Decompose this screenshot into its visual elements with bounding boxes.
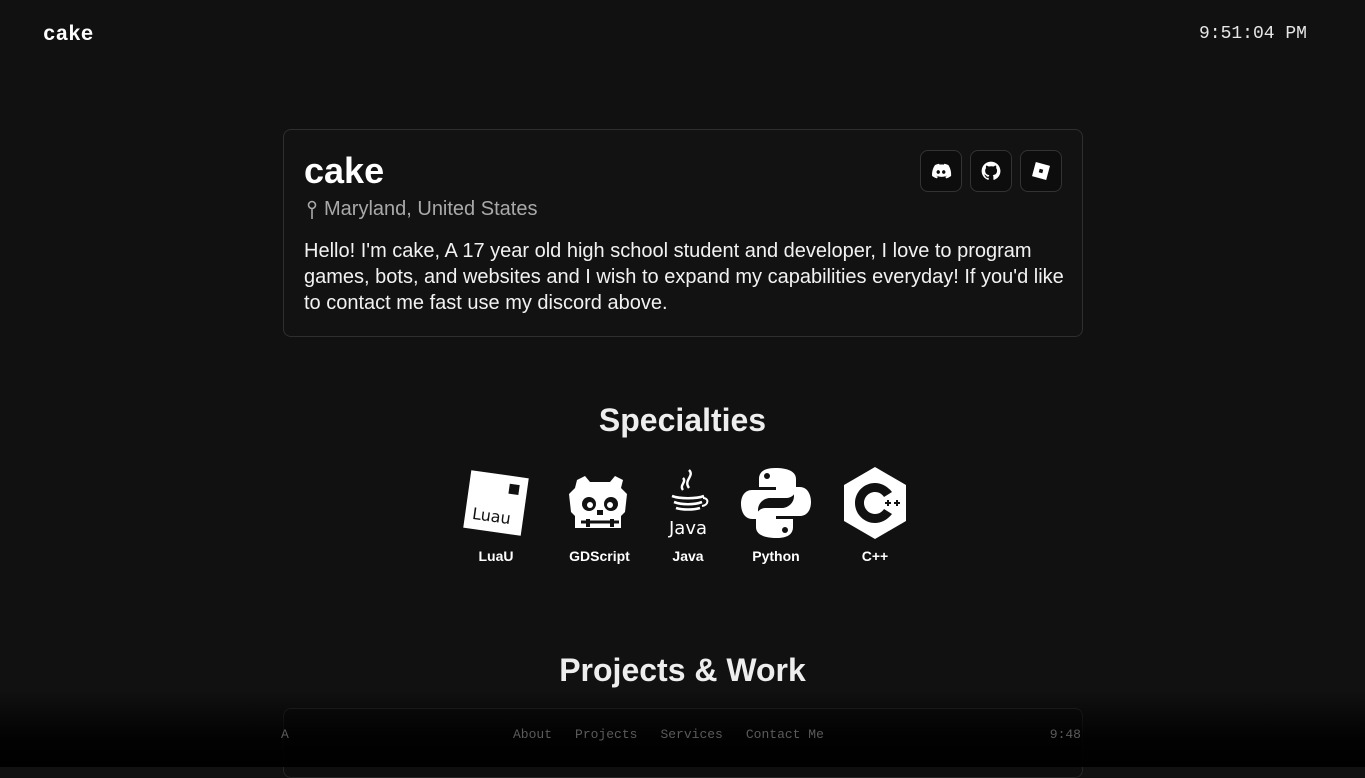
- specialty-java: Java Java: [662, 466, 714, 564]
- projects-heading: Projects & Work: [559, 652, 806, 688]
- clock: 9:51:04 PM: [1198, 24, 1307, 44]
- java-icon: Java: [668, 469, 709, 539]
- location-pin-icon: [304, 199, 320, 221]
- roblox-icon: [1032, 162, 1050, 180]
- bottom-nav: A About Projects Services Contact Me 9:4…: [281, 726, 1083, 744]
- nav-services-link[interactable]: Services: [660, 727, 722, 742]
- github-button[interactable]: [970, 150, 1012, 192]
- specialty-label: LuaU: [478, 548, 514, 564]
- svg-text:Java: Java: [668, 518, 707, 539]
- specialty-cpp: C++: [838, 466, 912, 564]
- cpp-icon: [844, 467, 906, 539]
- luau-icon: Luau: [463, 470, 529, 536]
- profile-name: cake: [304, 150, 385, 191]
- discord-button[interactable]: [920, 150, 962, 192]
- specialty-label: Java: [672, 548, 704, 564]
- social-links: [920, 150, 1062, 192]
- specialty-luau: Luau LuaU: [455, 466, 537, 564]
- specialty-label: Python: [752, 548, 800, 564]
- specialty-label: GDScript: [569, 548, 630, 564]
- nav-contact-link[interactable]: Contact Me: [746, 727, 824, 742]
- brand-logo[interactable]: cake: [43, 24, 93, 47]
- location-text: Maryland, United States: [324, 198, 538, 220]
- specialties-heading: Specialties: [598, 402, 767, 438]
- specialty-python: Python: [714, 466, 838, 564]
- profile-location: Maryland, United States: [304, 198, 537, 221]
- specialties-list: Luau LuaU GDScript Java Java Python C++: [455, 466, 912, 564]
- python-icon: [741, 468, 811, 538]
- profile-bio: Hello! I'm cake, A 17 year old high scho…: [304, 240, 1064, 314]
- profile-card: cake Maryland, United States Hello! I'm …: [283, 129, 1083, 337]
- godot-icon: [568, 476, 627, 528]
- specialty-label: C++: [861, 548, 889, 564]
- discord-icon: [932, 163, 952, 179]
- nav-about-link[interactable]: About: [513, 727, 552, 742]
- nav-links: About Projects Services Contact Me: [513, 727, 824, 742]
- github-icon: [981, 161, 1001, 180]
- roblox-button[interactable]: [1020, 150, 1062, 192]
- nav-brand[interactable]: A: [281, 727, 289, 742]
- nav-projects-link[interactable]: Projects: [575, 727, 637, 742]
- nav-clock: 9:48: [1049, 727, 1081, 742]
- specialty-gdscript: GDScript: [537, 466, 662, 564]
